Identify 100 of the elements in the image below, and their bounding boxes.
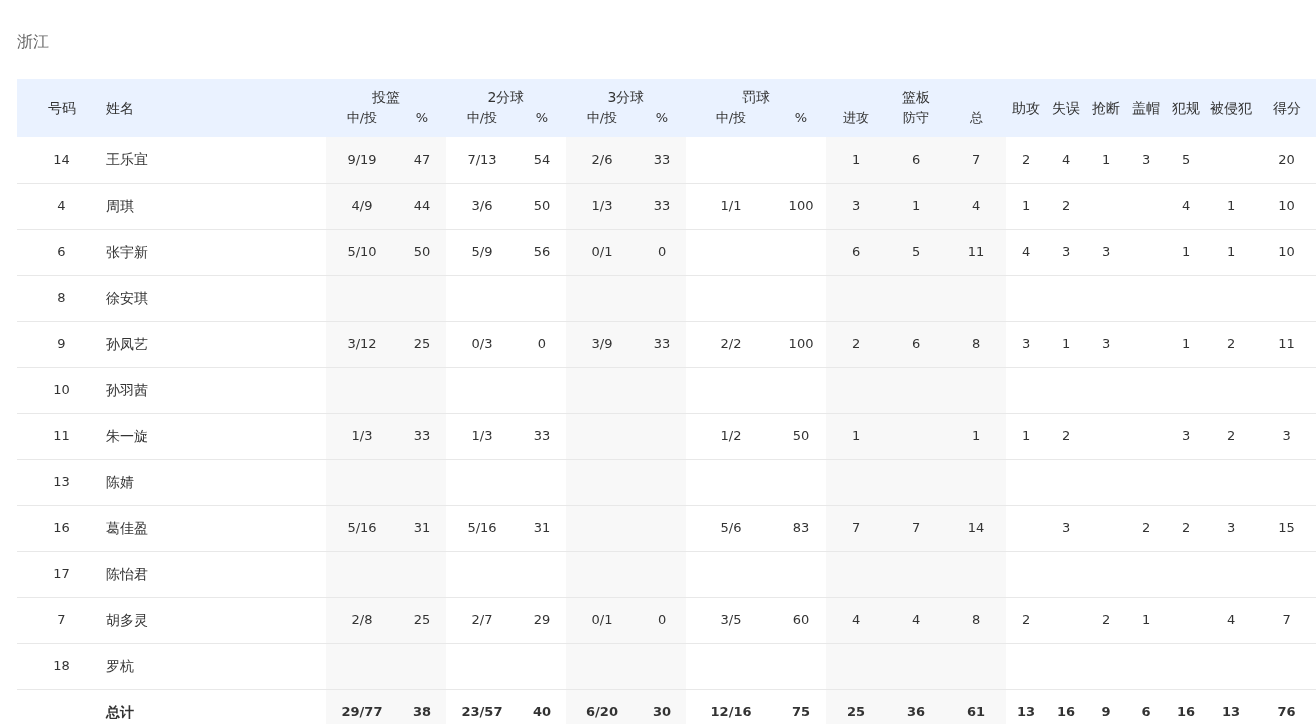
- table-cell: 18: [17, 643, 106, 689]
- table-cell: 14: [946, 505, 1007, 551]
- table-cell: 4: [17, 183, 106, 229]
- header-cell: 得分: [1256, 79, 1316, 137]
- table-cell: 2/6: [566, 137, 638, 183]
- header-cell: 姓名: [106, 79, 326, 137]
- group-header: 罚球: [686, 79, 827, 108]
- table-cell: 5: [1166, 137, 1207, 183]
- table-cell: 8: [946, 597, 1007, 643]
- table-cell: 3: [1086, 321, 1127, 367]
- table-cell: 1: [1006, 183, 1047, 229]
- table-cell: 2: [1086, 597, 1127, 643]
- table-cell: 33: [638, 321, 687, 367]
- table-cell: 3: [1046, 229, 1087, 275]
- player-name: 徐安琪: [106, 275, 326, 321]
- player-name: 胡多灵: [106, 597, 326, 643]
- table-cell: 23/57: [446, 689, 518, 724]
- player-name: 葛佳盈: [106, 505, 326, 551]
- table-cell: 61: [946, 689, 1007, 724]
- player-name: 朱一旋: [106, 413, 326, 459]
- table-cell: 1: [1206, 183, 1257, 229]
- group-header: 投篮: [326, 79, 446, 108]
- group-header: 篮板: [826, 79, 1007, 108]
- player-name: 陈怡君: [106, 551, 326, 597]
- table-cell: 4: [1206, 597, 1257, 643]
- table-cell: 1: [1166, 321, 1207, 367]
- table-cell: 6: [886, 137, 947, 183]
- player-name: 孙凤艺: [106, 321, 326, 367]
- table-cell: 40: [518, 689, 566, 724]
- table-cell: 3/5: [686, 597, 777, 643]
- table-cell: 54: [518, 137, 566, 183]
- table-cell: 56: [518, 229, 566, 275]
- table-cell: 50: [398, 229, 446, 275]
- table-cell: 0: [638, 229, 687, 275]
- table-cell: 6: [886, 321, 947, 367]
- table-cell: 36: [886, 689, 947, 724]
- table-cell: 2: [826, 321, 887, 367]
- player-name: 王乐宜: [106, 137, 326, 183]
- header-cell: 中/投: [326, 108, 398, 137]
- header-cell: 号码: [17, 79, 106, 137]
- table-cell: 4: [1166, 183, 1207, 229]
- table-cell: 1/3: [326, 413, 398, 459]
- table-cell: 100: [776, 183, 827, 229]
- table-cell: 9: [17, 321, 106, 367]
- table-cell: 1/3: [446, 413, 518, 459]
- table-cell: 7: [1256, 597, 1316, 643]
- table-cell: 29: [518, 597, 566, 643]
- table-cell: 9/19: [326, 137, 398, 183]
- table-cell: 3/6: [446, 183, 518, 229]
- table-cell: 2: [1206, 413, 1257, 459]
- table-cell: 13: [1006, 689, 1047, 724]
- table-cell: 33: [398, 413, 446, 459]
- table-cell: 11: [1256, 321, 1316, 367]
- table-cell: 2: [1046, 183, 1087, 229]
- table-cell: 8: [946, 321, 1007, 367]
- table-cell: 3: [1006, 321, 1047, 367]
- table-cell: 10: [1256, 183, 1316, 229]
- player-name: 罗杭: [106, 643, 326, 689]
- table-cell: 0/1: [566, 229, 638, 275]
- table-cell: 15: [1256, 505, 1316, 551]
- header-cell: 犯规: [1166, 79, 1207, 137]
- table-cell: 2/8: [326, 597, 398, 643]
- table-cell: 2: [1206, 321, 1257, 367]
- table-cell: 33: [638, 183, 687, 229]
- header-cell: 中/投: [446, 108, 518, 137]
- table-cell: 1: [1006, 413, 1047, 459]
- table-cell: 1: [1046, 321, 1087, 367]
- table-cell: 6/20: [566, 689, 638, 724]
- table-cell: 5: [886, 229, 947, 275]
- table-cell: 6: [17, 229, 106, 275]
- table-cell: 60: [776, 597, 827, 643]
- header-cell: %: [776, 108, 827, 137]
- table-cell: 1: [886, 183, 947, 229]
- table-cell: 3: [826, 183, 887, 229]
- table-cell: 2: [1006, 597, 1047, 643]
- header-cell: %: [518, 108, 566, 137]
- table-cell: 13: [1206, 689, 1257, 724]
- table-cell: 9: [1086, 689, 1127, 724]
- table-cell: 5/6: [686, 505, 777, 551]
- table-cell: 33: [638, 137, 687, 183]
- table-cell: 25: [398, 321, 446, 367]
- table-cell: 83: [776, 505, 827, 551]
- table-cell: 5/16: [446, 505, 518, 551]
- header-cell: 中/投: [686, 108, 777, 137]
- table-cell: 4: [886, 597, 947, 643]
- header-cell: 失误: [1046, 79, 1087, 137]
- table-cell: 3/9: [566, 321, 638, 367]
- table-cell: 44: [398, 183, 446, 229]
- player-name: 张宇新: [106, 229, 326, 275]
- header-cell: 助攻: [1006, 79, 1047, 137]
- table-cell: 3/12: [326, 321, 398, 367]
- table-cell: 0: [638, 597, 687, 643]
- table-cell: 13: [17, 459, 106, 505]
- table-cell: 31: [398, 505, 446, 551]
- table-cell: 4: [826, 597, 887, 643]
- table-cell: 1: [1126, 597, 1167, 643]
- table-cell: 0/1: [566, 597, 638, 643]
- table-cell: 7/13: [446, 137, 518, 183]
- table-cell: 5/16: [326, 505, 398, 551]
- table-cell: 7: [946, 137, 1007, 183]
